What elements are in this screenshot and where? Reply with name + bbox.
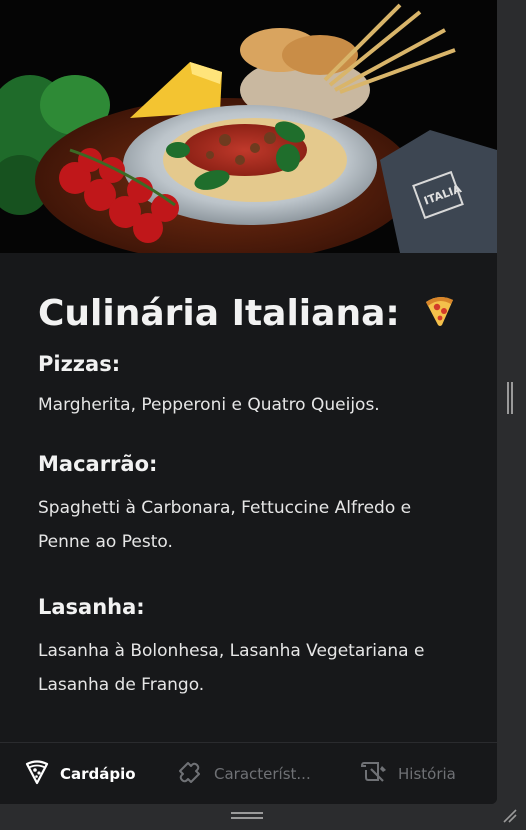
horizontal-resize-handle[interactable] <box>231 812 263 820</box>
section-text-lasanha: Lasanha à Bolonhesa, Lasanha Vegetariana… <box>38 634 467 702</box>
page-title: Culinária Italiana: <box>38 291 467 340</box>
app-window: ITALIA Culinária Italiana: Pizzas: Margh… <box>0 0 497 804</box>
bottom-nav: Cardápio Característ... História <box>0 742 497 804</box>
section-pizzas: Pizzas: Margherita, Pepperoni e Quatro Q… <box>38 350 467 422</box>
resize-grip-icon[interactable] <box>500 806 518 824</box>
scroll-icon <box>360 758 388 790</box>
hero-image: ITALIA <box>0 0 497 253</box>
tab-cardapio[interactable]: Cardápio <box>24 743 136 804</box>
section-lasanha: Lasanha: Lasanha à Bolonhesa, Lasanha Ve… <box>38 593 467 702</box>
section-heading-macarrao: Macarrão: <box>38 452 158 476</box>
puzzle-piece-icon <box>174 757 204 791</box>
section-text-pizzas: Margherita, Pepperoni e Quatro Queijos. <box>38 395 380 415</box>
tab-label: Característ... <box>214 765 311 783</box>
page-title-text: Culinária Italiana: <box>38 293 400 334</box>
section-heading-lasanha: Lasanha: <box>38 595 145 619</box>
tab-caracteristicas[interactable]: Característ... <box>174 743 311 804</box>
section-macarrao: Macarrão: Spaghetti à Carbonara, Fettucc… <box>38 450 467 559</box>
pizza-slice-icon <box>24 759 50 789</box>
tab-label: Cardápio <box>60 765 136 783</box>
tab-label: História <box>398 765 456 783</box>
vertical-resize-handle[interactable] <box>507 382 513 414</box>
section-text-line: Lasanha de Frango. <box>38 675 205 695</box>
menu-content: Culinária Italiana: Pizzas: Margherita, … <box>38 253 467 702</box>
section-text-line: Lasanha à Bolonhesa, Lasanha Vegetariana… <box>38 641 425 661</box>
section-text-line: Penne ao Pesto. <box>38 532 173 552</box>
tab-historia[interactable]: História <box>360 743 456 804</box>
section-text-line: Spaghetti à Carbonara, Fettuccine Alfred… <box>38 498 412 518</box>
italian-food-photo-icon: ITALIA <box>0 0 497 253</box>
section-text-macarrao: Spaghetti à Carbonara, Fettuccine Alfred… <box>38 491 467 559</box>
pizza-icon <box>422 294 456 340</box>
section-heading-pizzas: Pizzas: <box>38 352 121 376</box>
